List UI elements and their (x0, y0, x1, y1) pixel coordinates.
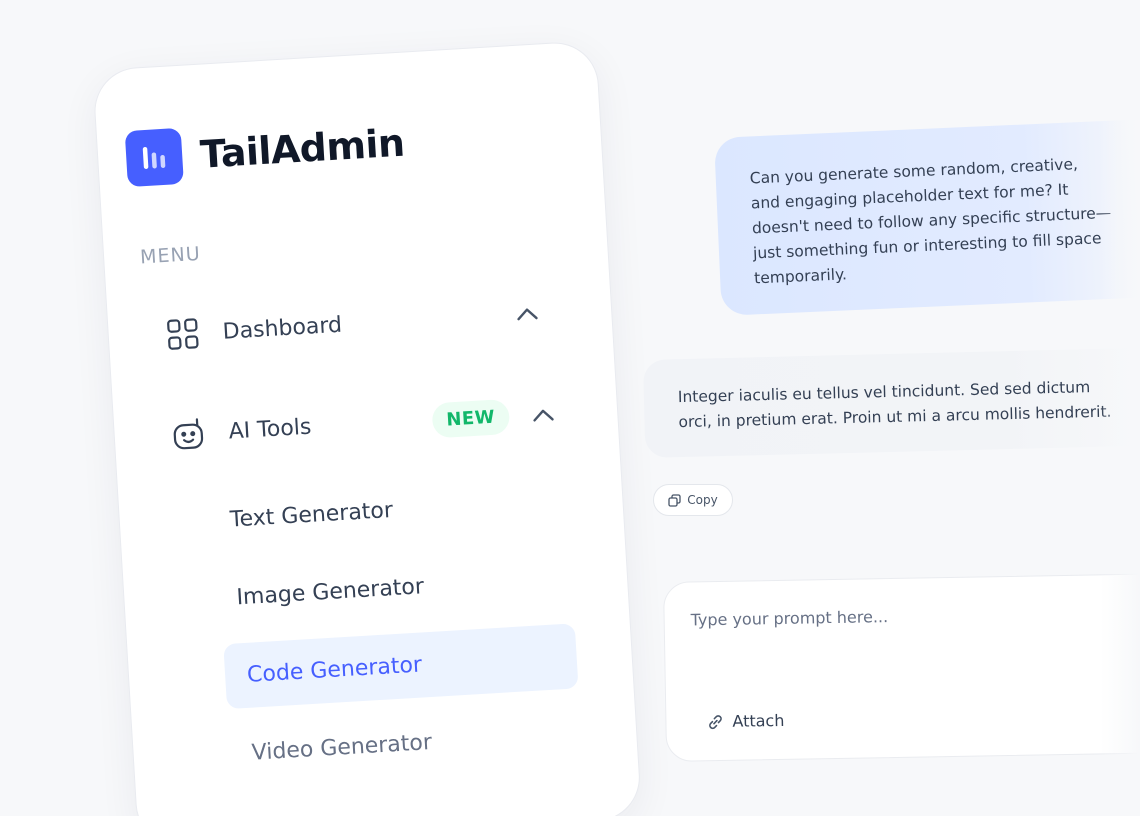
ai-message-bubble: Integer iaculis eu tellus vel tincidunt.… (643, 347, 1140, 458)
menu-section-label: MENU (139, 242, 202, 269)
edge-fade (1100, 0, 1140, 816)
grid-icon (164, 315, 202, 353)
sidebar-item-dashboard[interactable]: Dashboard (164, 307, 343, 353)
copy-label: Copy (687, 493, 718, 507)
prompt-composer: Attach (663, 573, 1140, 762)
chevron-up-icon[interactable] (516, 305, 539, 325)
attach-label: Attach (732, 710, 785, 731)
app-canvas: TailAdmin MENU Dashboard AI Tools NEW Te… (0, 0, 1140, 816)
sidebar-subitem-video-generator[interactable]: Video Generator (251, 730, 433, 766)
copy-icon (668, 493, 681, 507)
link-icon (709, 714, 722, 729)
sidebar-item-ai-tools[interactable]: AI Tools (170, 409, 313, 453)
brand-name: TailAdmin (198, 120, 406, 177)
copy-button[interactable]: Copy (653, 484, 733, 516)
prompt-input[interactable] (690, 603, 1111, 630)
sidebar-item-label: AI Tools (227, 414, 313, 445)
sidebar-subitem-text-generator[interactable]: Text Generator (229, 498, 393, 533)
sidebar-subitem-image-generator[interactable]: Image Generator (236, 574, 425, 610)
sidebar: TailAdmin MENU Dashboard AI Tools NEW Te… (92, 40, 643, 816)
user-message-text: Can you generate some random, creative, … (749, 155, 1112, 288)
ai-message-text: Integer iaculis eu tellus vel tincidunt.… (677, 378, 1112, 432)
sidebar-subitem-code-generator[interactable]: Code Generator (223, 623, 579, 710)
brand-logo[interactable]: TailAdmin (124, 115, 406, 188)
logo-icon (124, 127, 184, 188)
chevron-up-icon[interactable] (532, 406, 555, 426)
attach-button[interactable]: Attach (706, 710, 785, 731)
new-badge: NEW (431, 398, 511, 439)
user-message-bubble: Can you generate some random, creative, … (714, 118, 1140, 316)
robot-icon (170, 415, 208, 453)
sidebar-item-label: Dashboard (222, 312, 343, 345)
